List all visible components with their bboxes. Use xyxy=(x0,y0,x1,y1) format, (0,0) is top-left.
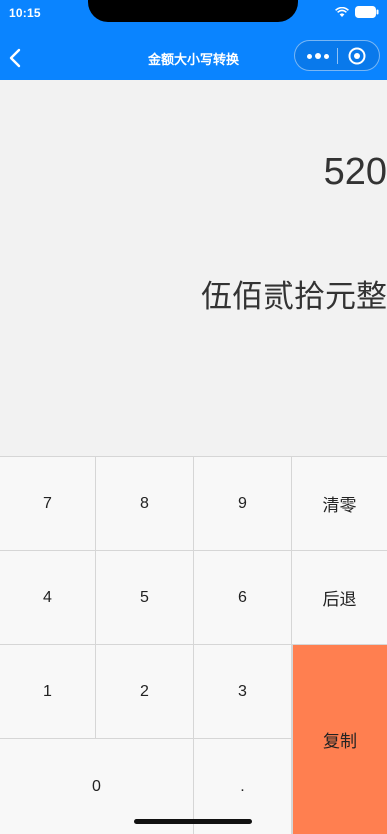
home-indicator xyxy=(134,819,252,824)
amount-in-words: 伍佰贰拾元整 xyxy=(201,279,387,315)
key-7[interactable]: 7 xyxy=(0,457,96,551)
backspace-button[interactable]: 后退 xyxy=(292,551,387,645)
copy-button[interactable]: 复制 xyxy=(292,645,387,834)
capsule-divider xyxy=(337,48,338,64)
status-icons xyxy=(335,6,379,18)
key-5[interactable]: 5 xyxy=(96,551,194,645)
more-dots-icon[interactable] xyxy=(301,45,335,67)
clear-button[interactable]: 清零 xyxy=(292,457,387,551)
result-display: 520 伍佰贰拾元整 xyxy=(0,80,387,456)
close-target-icon[interactable] xyxy=(347,46,367,66)
key-9[interactable]: 9 xyxy=(194,457,292,551)
key-4[interactable]: 4 xyxy=(0,551,96,645)
key-3[interactable]: 3 xyxy=(194,645,292,739)
key-6[interactable]: 6 xyxy=(194,551,292,645)
keypad: 7 8 9 清零 4 5 6 后退 1 2 3 0 . 复制 xyxy=(0,456,387,834)
battery-icon xyxy=(355,6,379,18)
top-bar: 10:15 金额大小写转换 xyxy=(0,0,387,80)
key-2[interactable]: 2 xyxy=(96,645,194,739)
key-8[interactable]: 8 xyxy=(96,457,194,551)
mini-program-capsule xyxy=(294,40,380,71)
status-time: 10:15 xyxy=(9,6,41,20)
device-notch xyxy=(88,0,298,22)
key-1[interactable]: 1 xyxy=(0,645,96,739)
wifi-icon xyxy=(335,6,349,18)
app-screen: 10:15 金额大小写转换 520 伍佰贰拾元整 7 8 9 清零 4 5 6 … xyxy=(0,0,387,834)
amount-number: 520 xyxy=(323,151,387,193)
